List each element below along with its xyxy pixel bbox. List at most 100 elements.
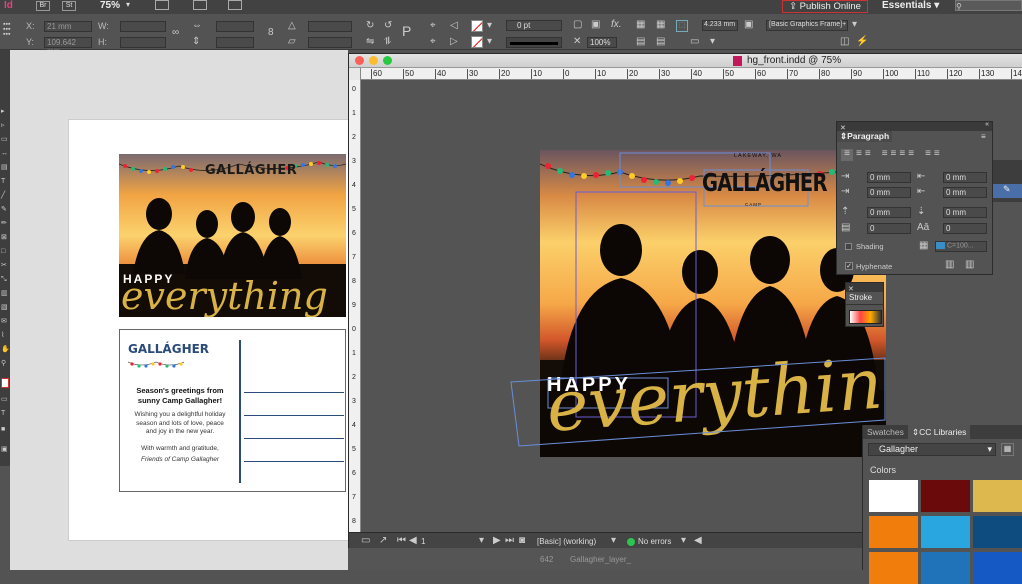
fit-frame-icon[interactable]: ▤ [656, 37, 665, 47]
first-line-indent-field[interactable]: 0 mm [867, 187, 911, 198]
last-line-indent-field[interactable]: 0 mm [943, 187, 987, 198]
line-tool-icon[interactable]: ╱ [1, 192, 9, 200]
library-color-swatch[interactable] [973, 516, 1022, 548]
align-right-icon[interactable]: ≡ [865, 149, 871, 161]
view-options-icon[interactable] [155, 0, 169, 10]
ruler-origin[interactable] [349, 68, 361, 80]
gap-tool-icon[interactable]: ↔ [1, 150, 9, 158]
stroke-weight-field[interactable]: 0 pt [506, 20, 562, 31]
select-container-icon[interactable]: ⌖ [430, 21, 436, 31]
back-card-preview[interactable]: GALLÁGHER Season's greetings from sunny C… [119, 329, 346, 492]
fitting-icon[interactable]: ▤ [636, 37, 645, 47]
y-field[interactable]: 109.642 mm [44, 37, 92, 56]
hand-tool-icon[interactable]: ✋ [1, 346, 10, 354]
panel-header[interactable]: ✕ « [837, 121, 992, 132]
minimize-window-button[interactable] [369, 56, 378, 65]
next-object-icon[interactable]: ▷ [450, 37, 458, 47]
paragraph-panel[interactable]: ✕ « ⇕Paragraph ≡ ≡ ≡ ≡ ≡ ≡ ≡ ≡ ≡ ≡ ⇥ 0 mm ⇤ 0 mm … [836, 121, 993, 275]
page-tool-icon[interactable]: ▭ [1, 136, 9, 144]
document-titlebar[interactable]: hg_front.indd @ 75% [349, 54, 1022, 68]
workspace-switcher[interactable]: Essentials ▾ [882, 0, 939, 11]
collapse-icon[interactable]: « [985, 121, 989, 128]
drop-cap-chars-field[interactable]: 0 [943, 223, 987, 234]
arrange-icon[interactable] [228, 0, 242, 10]
object-style-dropdown[interactable]: [Basic Graphics Frame]+ [766, 20, 848, 31]
selection-tool-icon[interactable]: ▸ [1, 108, 9, 116]
hyphenate-checkbox[interactable]: ✓ [845, 262, 853, 270]
constrain-proportions-icon[interactable]: ∞ [172, 28, 179, 38]
horizontal-ruler[interactable]: 60 50 40 30 20 10 0 10 20 30 40 50 60 70 80 90 100 110 120… [361, 68, 1022, 80]
search-input[interactable]: ⚲ [955, 0, 1022, 11]
x-field[interactable]: 21 mm [44, 21, 92, 32]
library-color-swatch[interactable] [921, 480, 970, 512]
gradient-tool-icon[interactable]: ▥ [1, 290, 9, 298]
tab-cc-libraries[interactable]: ⇕CC Libraries [908, 425, 971, 439]
library-color-swatch[interactable] [921, 516, 970, 548]
preflight-chevron-icon[interactable]: ▾ [681, 536, 686, 546]
clear-overrides-icon[interactable]: ◫ [840, 37, 849, 47]
clear-effects-icon[interactable]: ✕ [573, 37, 581, 47]
indesign-logo[interactable]: Id [4, 0, 13, 11]
stroke-gradient-swatch[interactable] [849, 310, 882, 324]
apply-color-icon[interactable]: ■ [1, 426, 9, 434]
type-tool-icon[interactable]: T [1, 178, 9, 186]
link-scale-icon[interactable]: 8 [268, 28, 274, 38]
zoom-window-button[interactable] [383, 56, 392, 65]
fill-swatch[interactable] [471, 20, 483, 32]
shading-settings-icon[interactable]: ▦ [919, 241, 928, 251]
align-away-spine-icon[interactable]: ≡ [934, 149, 940, 161]
zoom-chevron-icon[interactable]: ▾ [126, 0, 130, 9]
page-chevron-icon[interactable]: ▾ [479, 536, 484, 546]
preview-mode-icon[interactable]: ▭ [361, 536, 370, 546]
vertical-ruler[interactable]: 0 1 2 3 4 5 6 7 8 9 0 1 2 3 4 5 6 7 8 [349, 80, 361, 532]
align-center-icon[interactable]: ≡ [856, 149, 862, 161]
fill-dropdown-icon[interactable]: ▾ [487, 21, 492, 31]
tab-swatches[interactable]: Swatches [867, 427, 904, 437]
pencil-tool-icon[interactable]: ✏ [1, 220, 9, 228]
space-before-field[interactable]: 0 mm [867, 207, 911, 218]
span-columns-icon[interactable]: ▥ [965, 260, 974, 270]
library-color-swatch[interactable] [921, 552, 970, 584]
drop-cap-lines-field[interactable]: 0 [867, 223, 911, 234]
justify-right-icon[interactable]: ≡ [899, 149, 905, 161]
align-left-icon[interactable]: ≡ [841, 149, 853, 161]
style-chevron-icon[interactable]: ▾ [611, 536, 616, 546]
stroke-panel[interactable]: ✕ Stroke [845, 282, 884, 327]
shading-checkbox[interactable] [845, 243, 852, 250]
note-tool-icon[interactable]: ✉ [1, 318, 9, 326]
rectangle-frame-tool-icon[interactable]: ⊠ [1, 234, 9, 242]
layers-row[interactable]: ✎ [993, 184, 1022, 198]
scroll-left-icon[interactable]: ◀ [694, 536, 702, 546]
library-color-swatch[interactable] [869, 552, 918, 584]
reference-point-icon[interactable]: ▪▪▪ ▪▪▪ ▪▪▪ [3, 21, 17, 38]
stock-button[interactable]: St [62, 1, 76, 11]
shear-field[interactable] [308, 37, 352, 48]
fill-stroke-icon[interactable] [1, 378, 9, 388]
rotate-field[interactable] [308, 21, 352, 32]
publish-online-button[interactable]: ⇪ Publish Online [782, 0, 868, 13]
object-style-chevron-icon[interactable]: ▾ [852, 20, 857, 30]
style-status[interactable]: [Basic] (working) [537, 537, 596, 546]
align-spine-icon[interactable]: ≡ [925, 149, 931, 161]
preflight-status[interactable]: No errors [638, 537, 671, 546]
panel-menu-icon[interactable]: ≡ [981, 132, 986, 141]
bridge-button[interactable]: Br [36, 1, 50, 11]
grid-view-icon[interactable]: ▦ [1001, 443, 1014, 456]
rotate-ccw-icon[interactable]: ↺ [384, 21, 392, 31]
first-page-icon[interactable]: ⏮ [397, 536, 406, 546]
prev-object-icon[interactable]: ◁ [450, 21, 458, 31]
select-content-icon[interactable]: ⌖ [430, 37, 436, 47]
stroke-swatch[interactable] [471, 36, 483, 48]
screen-mode-icon[interactable] [193, 0, 207, 10]
scissors-tool-icon[interactable]: ✂ [1, 262, 9, 270]
scale-y-field[interactable] [216, 37, 254, 48]
distribute-icon[interactable]: ▦ [656, 20, 665, 30]
zoom-tool-icon[interactable]: ⚲ [1, 360, 9, 368]
workflow-icon[interactable]: ◙ [519, 536, 525, 546]
last-page-icon[interactable]: ⏭ [505, 536, 514, 546]
prev-page-icon[interactable]: ◀ [409, 536, 417, 546]
space-after-field[interactable]: 0 mm [943, 207, 987, 218]
close-icon[interactable]: ✕ [848, 286, 854, 293]
auto-fit-icon[interactable]: ▣ [744, 20, 753, 30]
wrap-none-icon[interactable]: ▢ [573, 20, 582, 30]
